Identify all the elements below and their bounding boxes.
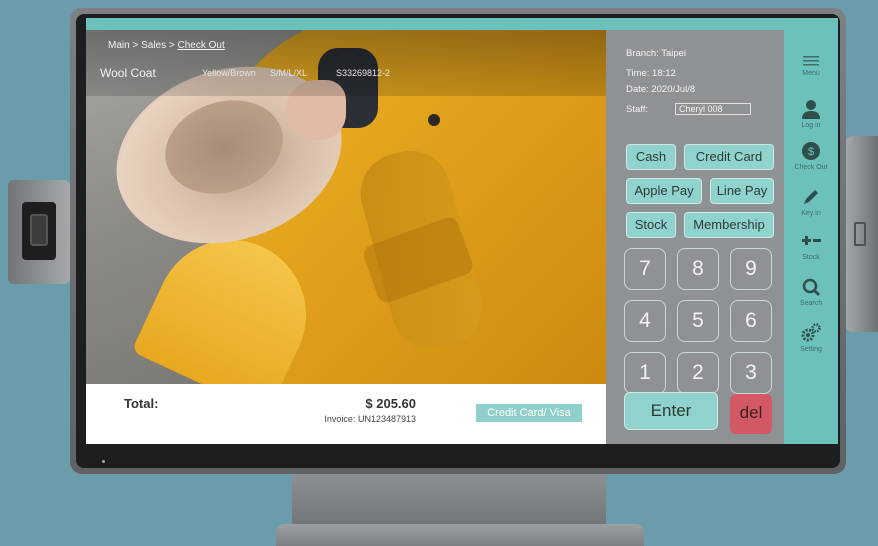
product-sku: S33269812-2 [336, 68, 391, 78]
date-info: Date: 2020/Jul/8 [626, 84, 696, 95]
coat-button [428, 114, 440, 126]
pos-screen: Main > Sales > Check Out Wool Coat Yello… [86, 18, 838, 444]
delete-button[interactable]: del [730, 394, 772, 434]
sidebar-label-keyin: Key in [801, 210, 821, 217]
sidebar-label-setting: Setting [800, 346, 822, 353]
product-color: Yellow/Brown [202, 68, 256, 78]
apple-pay-button[interactable]: Apple Pay [626, 178, 702, 204]
sidebar-item-stock[interactable]: Stock [784, 230, 838, 274]
sidebar-item-menu[interactable]: Menu [784, 50, 838, 94]
enter-button[interactable]: Enter [624, 392, 718, 430]
sidebar-nav: Menu Log in $ Check Out Key in Stock Sea… [784, 30, 838, 444]
scanner-window [22, 202, 56, 260]
line-pay-button[interactable]: Line Pay [710, 178, 774, 204]
barcode-scanner [8, 180, 70, 284]
cash-button[interactable]: Cash [626, 144, 676, 170]
breadcrumb-main[interactable]: Main [108, 40, 130, 51]
menu-icon [803, 56, 819, 66]
power-indicator [102, 460, 105, 463]
totals-bar: Total: $ 205.60 Invoice: UN123487913 Cre… [86, 384, 606, 444]
payment-method-badge: Credit Card/ Visa [476, 404, 582, 422]
sidebar-label-search: Search [799, 300, 823, 307]
breadcrumb-current[interactable]: Check Out [178, 40, 225, 51]
checkout-panel: Branch: Taipei Time: 18:12 Date: 2020/Ju… [606, 30, 784, 444]
keypad-8[interactable]: 8 [677, 248, 719, 290]
breadcrumb: Main > Sales > Check Out [108, 40, 225, 51]
membership-button[interactable]: Membership [684, 212, 774, 238]
top-accent-strip [86, 18, 838, 30]
card-slot [854, 222, 866, 246]
keypad-5[interactable]: 5 [677, 300, 719, 342]
sidebar-item-login[interactable]: Log in [784, 98, 838, 142]
sidebar-label-login: Log in [801, 122, 821, 129]
keypad-9[interactable]: 9 [730, 248, 772, 290]
product-name: Wool Coat [100, 66, 156, 80]
card-reader-module [846, 136, 878, 332]
keypad-3[interactable]: 3 [730, 352, 772, 394]
invoice-number: Invoice: UN123487913 [324, 414, 416, 424]
keypad-1[interactable]: 1 [624, 352, 666, 394]
pencil-icon [804, 190, 818, 204]
monitor-stand-neck [292, 470, 606, 530]
breadcrumb-separator: > [166, 40, 178, 51]
scanner-lens [30, 214, 48, 246]
keypad-4[interactable]: 4 [624, 300, 666, 342]
staff-input[interactable] [675, 103, 751, 115]
sidebar-item-keyin[interactable]: Key in [784, 186, 838, 230]
sidebar-item-checkout[interactable]: $ Check Out [784, 140, 838, 184]
time-info: Time: 18:12 [626, 68, 676, 79]
total-amount: $ 205.60 [365, 396, 416, 411]
branch-info: Branch: Taipei [626, 48, 687, 59]
sidebar-label-stock: Stock [802, 254, 820, 261]
staff-label: Staff: [626, 104, 649, 115]
total-label: Total: [124, 396, 159, 411]
product-details: Wool Coat Yellow/Brown S/M/L/XL S3326981… [100, 66, 600, 82]
keypad-2[interactable]: 2 [677, 352, 719, 394]
keypad-6[interactable]: 6 [730, 300, 772, 342]
dollar-coin-icon: $ [802, 142, 820, 160]
breadcrumb-sales[interactable]: Sales [141, 40, 166, 51]
search-icon [802, 278, 821, 297]
breadcrumb-separator: > [129, 40, 142, 51]
plus-minus-icon [802, 236, 821, 245]
product-sizes: S/M/L/XL [270, 68, 308, 78]
sidebar-label-menu: Menu [802, 70, 820, 77]
gears-icon [801, 323, 821, 342]
monitor-stand-base [276, 524, 644, 546]
staff-info: Staff: [626, 103, 776, 118]
sidebar-item-setting[interactable]: Setting [784, 322, 838, 366]
credit-card-button[interactable]: Credit Card [684, 144, 774, 170]
user-icon [802, 100, 820, 119]
keypad-7[interactable]: 7 [624, 248, 666, 290]
stock-button[interactable]: Stock [626, 212, 676, 238]
dollar-symbol: $ [808, 146, 814, 158]
sidebar-item-search[interactable]: Search [784, 276, 838, 320]
sidebar-label-checkout: Check Out [794, 164, 828, 171]
